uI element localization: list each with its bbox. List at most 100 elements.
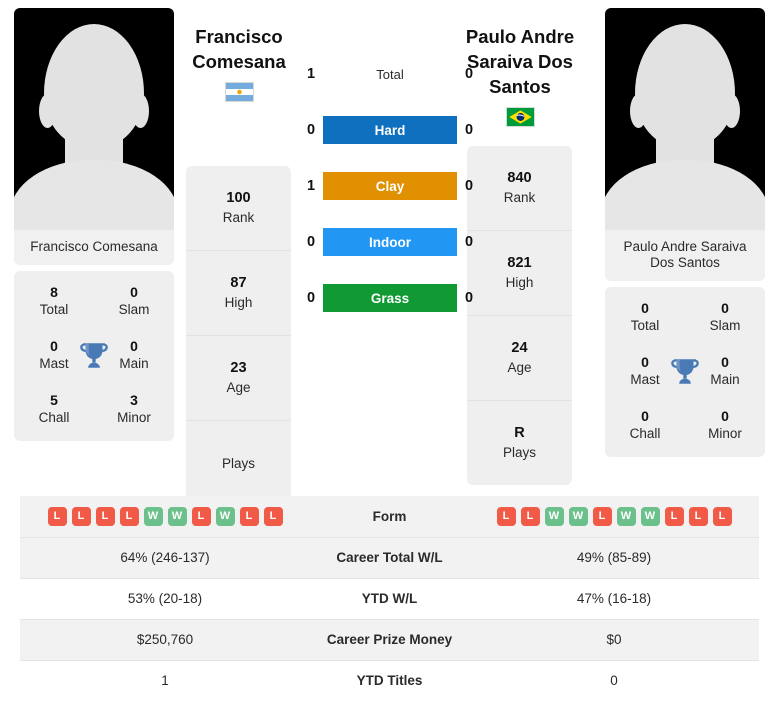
titles-slam-right: 0 Slam bbox=[685, 299, 765, 335]
table-row: 64% (246-137) Career Total W/L 49% (85-89) bbox=[20, 536, 759, 578]
player-comparison-page: Francisco Comesana 8 Total 0 Slam 0 Mast bbox=[0, 0, 779, 719]
h2h-row-clay: 1 Clay 0 bbox=[299, 172, 481, 200]
h2h-surface-total: Total bbox=[376, 66, 404, 82]
form-badge[interactable]: L bbox=[664, 506, 684, 526]
player-right-name[interactable]: Paulo Andre Saraiva Dos Santos bbox=[465, 24, 575, 99]
titles-chall-value: 5 bbox=[50, 392, 58, 408]
rank-value: 100 bbox=[226, 190, 251, 206]
form-badge[interactable]: L bbox=[688, 506, 708, 526]
form-badge[interactable]: L bbox=[239, 506, 259, 526]
high-value: 821 bbox=[507, 255, 532, 271]
player-left-panel: Francisco Comesana 8 Total 0 Slam 0 Mast bbox=[14, 8, 174, 441]
titles-chall-left: 5 Chall bbox=[14, 391, 94, 427]
trophy-icon bbox=[671, 359, 699, 384]
form-badge[interactable]: L bbox=[592, 506, 612, 526]
h2h-left-score: 0 bbox=[306, 290, 316, 306]
player-left-name-block: Francisco Comesana bbox=[184, 24, 294, 102]
avatar-ear-left bbox=[630, 94, 647, 128]
h2h-right-score: 0 bbox=[464, 178, 474, 194]
form-badge[interactable]: W bbox=[143, 506, 163, 526]
h2h-right-score: 0 bbox=[464, 234, 474, 250]
stat-right-value: 0 bbox=[469, 659, 759, 701]
h2h-surface-clay[interactable]: Clay bbox=[323, 172, 457, 200]
titles-minor-left: 3 Minor bbox=[94, 391, 174, 427]
h2h-surface-hard[interactable]: Hard bbox=[323, 116, 457, 144]
player-left-name[interactable]: Francisco Comesana bbox=[184, 24, 294, 74]
avatar-ear-left bbox=[39, 94, 56, 128]
titles-minor-value: 0 bbox=[721, 408, 729, 424]
comparison-stats-table: L L L L W W L W L L Form L L W W L W W L L L 64% (246-137) Car… bbox=[20, 496, 759, 701]
form-badge[interactable]: L bbox=[712, 506, 732, 526]
form-badge[interactable]: L bbox=[520, 506, 540, 526]
avatar-ear-right bbox=[132, 94, 149, 128]
trophy-icon bbox=[80, 343, 108, 368]
avatar-body bbox=[605, 160, 765, 230]
h2h-right-score: 0 bbox=[464, 122, 474, 138]
rank-label: Rank bbox=[503, 190, 536, 205]
h2h-left-score: 0 bbox=[306, 122, 316, 138]
rank-label: Rank bbox=[222, 210, 255, 225]
h2h-surface-grass[interactable]: Grass bbox=[323, 284, 457, 312]
form-badge[interactable]: L bbox=[119, 506, 139, 526]
age-label: Age bbox=[226, 380, 251, 395]
form-badge[interactable]: L bbox=[47, 506, 67, 526]
titles-slam-label: Slam bbox=[709, 318, 741, 333]
stat-left-value: 64% (246-137) bbox=[20, 536, 310, 578]
player-left-titles-card: 8 Total 0 Slam 0 Mast 0 Main 5 Chall 3 M… bbox=[14, 271, 174, 441]
h2h-row-indoor: 0 Indoor 0 bbox=[299, 228, 481, 256]
rank-value: 840 bbox=[507, 170, 532, 186]
form-badge[interactable]: L bbox=[71, 506, 91, 526]
stat-right-value: 47% (16-18) bbox=[469, 577, 759, 619]
avatar-body bbox=[14, 160, 174, 230]
stat-label: YTD W/L bbox=[310, 577, 469, 619]
titles-chall-label: Chall bbox=[38, 410, 70, 425]
stat-left-value: LLLLWWLWLL bbox=[20, 496, 310, 537]
stat-label: Career Total W/L bbox=[310, 536, 469, 578]
form-badge[interactable]: W bbox=[215, 506, 235, 526]
high-label: High bbox=[505, 275, 534, 290]
rank-cell-rank-left: 100 Rank bbox=[186, 166, 291, 251]
avatar-ear-right bbox=[723, 94, 740, 128]
form-badge[interactable]: W bbox=[568, 506, 588, 526]
h2h-left-score: 0 bbox=[306, 234, 316, 250]
titles-slam-value: 0 bbox=[721, 300, 729, 316]
form-badge[interactable]: L bbox=[263, 506, 283, 526]
form-badge[interactable]: L bbox=[95, 506, 115, 526]
stat-right-value: LLWWLWWLLL bbox=[469, 496, 759, 537]
form-badge[interactable]: L bbox=[496, 506, 516, 526]
form-badge[interactable]: W bbox=[167, 506, 187, 526]
titles-chall-right: 0 Chall bbox=[605, 407, 685, 443]
rank-cell-plays-left: Plays bbox=[186, 421, 291, 505]
rank-cell-high-left: 87 High bbox=[186, 251, 291, 336]
age-value: 23 bbox=[230, 360, 247, 376]
titles-total-left: 8 Total bbox=[14, 283, 94, 319]
table-row: 1 YTD Titles 0 bbox=[20, 659, 759, 701]
form-badge[interactable]: W bbox=[616, 506, 636, 526]
player-left-photo-card[interactable]: Francisco Comesana bbox=[14, 8, 174, 265]
plays-label: Plays bbox=[502, 445, 536, 460]
h2h-right-score: 0 bbox=[464, 66, 474, 82]
table-row: $250,760 Career Prize Money $0 bbox=[20, 618, 759, 660]
h2h-row-hard: 0 Hard 0 bbox=[299, 116, 481, 144]
form-badge[interactable]: W bbox=[640, 506, 660, 526]
titles-total-value: 0 bbox=[641, 300, 649, 316]
player-right-photo-card[interactable]: Paulo Andre Saraiva Dos Santos bbox=[605, 8, 765, 281]
table-row: 53% (20-18) YTD W/L 47% (16-18) bbox=[20, 577, 759, 619]
form-badge[interactable]: L bbox=[191, 506, 211, 526]
titles-total-right: 0 Total bbox=[605, 299, 685, 335]
stat-left-value: 53% (20-18) bbox=[20, 577, 310, 619]
stat-left-value: 1 bbox=[20, 659, 310, 701]
rank-cell-age-right: 24 Age bbox=[467, 316, 572, 401]
stat-label: Career Prize Money bbox=[310, 618, 469, 660]
stat-left-value: $250,760 bbox=[20, 618, 310, 660]
player-right-photo-caption: Paulo Andre Saraiva Dos Santos bbox=[605, 230, 765, 281]
player-left-name-line-1: Francisco bbox=[195, 26, 283, 47]
plays-label: Plays bbox=[221, 455, 255, 471]
age-value: 24 bbox=[511, 340, 528, 356]
titles-total-label: Total bbox=[39, 302, 69, 317]
player-right-name-line-3: Santos bbox=[489, 76, 551, 97]
form-badge[interactable]: W bbox=[544, 506, 564, 526]
rank-cell-high-right: 821 High bbox=[467, 231, 572, 316]
player-right-name-line-1: Paulo Andre bbox=[465, 26, 575, 47]
h2h-surface-indoor[interactable]: Indoor bbox=[323, 228, 457, 256]
